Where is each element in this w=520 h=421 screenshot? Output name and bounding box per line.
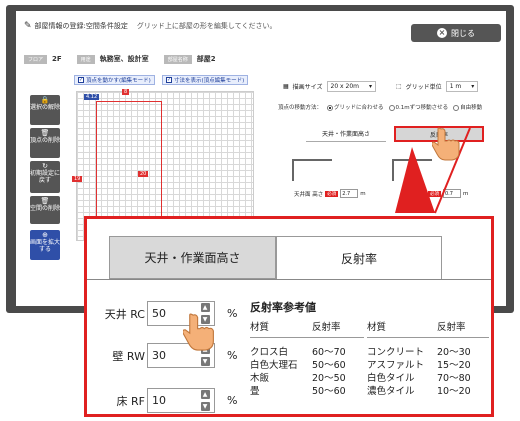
reflectance-cell: 50〜60 — [312, 386, 346, 397]
material-cell: 濃色タイル — [367, 386, 415, 397]
material-cell: コンクリート — [367, 347, 425, 358]
floor-reflectance-row: 床 RF 10 ▲ ▼ % — [93, 388, 237, 413]
ceiling-reflectance-value: 50 — [152, 307, 166, 320]
table-row: 畳 50〜60 — [250, 385, 364, 398]
wall-reflectance-value: 30 — [152, 349, 166, 362]
stepper-up-icon[interactable]: ▲ — [200, 390, 210, 399]
table-header: 材質 反射率 — [250, 319, 364, 338]
reference-table-right: 材質 反射率 コンクリート 20〜30 アスファルト 15〜20 白色タイル 70〜8… — [367, 319, 489, 398]
ceiling-reflectance-label: 天井 RC — [104, 307, 145, 321]
floor-reflectance-label: 床 RF — [116, 394, 145, 408]
table-row: アスファルト 15〜20 — [367, 359, 489, 372]
material-cell: 白色大理石 — [250, 360, 298, 371]
callout-pointer — [395, 147, 435, 213]
table-row: 白色大理石 50〜60 — [250, 359, 364, 372]
table-row: 木飯 20〜50 — [250, 372, 364, 385]
material-cell: クロス白 — [250, 347, 289, 358]
material-cell: アスファルト — [367, 360, 425, 371]
tab-ceiling-height[interactable]: 天井・作業面高さ — [109, 236, 276, 279]
reflectance-cell: 20〜30 — [437, 347, 471, 358]
stepper-up-icon[interactable]: ▲ — [200, 303, 210, 312]
table-row: 濃色タイル 10〜20 — [367, 385, 489, 398]
zoom-panel: 天井・作業面高さ 反射率 天井 RC 50 ▲▼ % 壁 RW 30 ▲▼ % … — [84, 216, 494, 417]
column-header-material: 材質 — [367, 322, 387, 333]
hand-pointer-icon — [432, 127, 460, 161]
reflectance-cell: 60〜70 — [312, 347, 346, 358]
column-header-material: 材質 — [250, 322, 270, 333]
wall-reflectance-label: 壁 RW — [112, 349, 145, 363]
material-cell: 畳 — [250, 386, 260, 397]
table-row: クロス白 60〜70 — [250, 346, 364, 359]
percent-unit: % — [227, 394, 238, 407]
tab-reflectance[interactable]: 反射率 — [276, 236, 442, 279]
percent-unit: % — [227, 307, 238, 320]
reflectance-cell: 15〜20 — [437, 360, 471, 371]
tab-divider — [87, 279, 491, 280]
reflectance-cell: 20〜50 — [312, 373, 346, 384]
stepper-down-icon[interactable]: ▼ — [200, 357, 210, 366]
floor-reflectance-input[interactable]: 10 ▲ ▼ — [147, 388, 215, 413]
reflectance-reference-title: 反射率参考値 — [250, 301, 316, 314]
reflectance-cell: 10〜20 — [437, 386, 471, 397]
stepper[interactable]: ▲▼ — [199, 390, 211, 411]
table-row: コンクリート 20〜30 — [367, 346, 489, 359]
hand-pointer-icon — [183, 313, 214, 351]
reference-table-left: 材質 反射率 クロス白 60〜70 白色大理石 50〜60 木飯 20〜50 畳 50〜… — [250, 319, 364, 398]
reflectance-cell: 50〜60 — [312, 360, 346, 371]
percent-unit: % — [227, 349, 238, 362]
material-cell: 木飯 — [250, 373, 270, 384]
table-header: 材質 反射率 — [367, 319, 489, 338]
column-header-reflectance: 反射率 — [312, 322, 341, 333]
stepper-down-icon[interactable]: ▼ — [200, 402, 210, 411]
column-header-reflectance: 反射率 — [437, 322, 466, 333]
reflectance-cell: 70〜80 — [437, 373, 471, 384]
material-cell: 白色タイル — [367, 373, 415, 384]
table-row: 白色タイル 70〜80 — [367, 372, 489, 385]
floor-reflectance-value: 10 — [152, 394, 166, 407]
zoom-tabs: 天井・作業面高さ 反射率 — [109, 236, 471, 279]
